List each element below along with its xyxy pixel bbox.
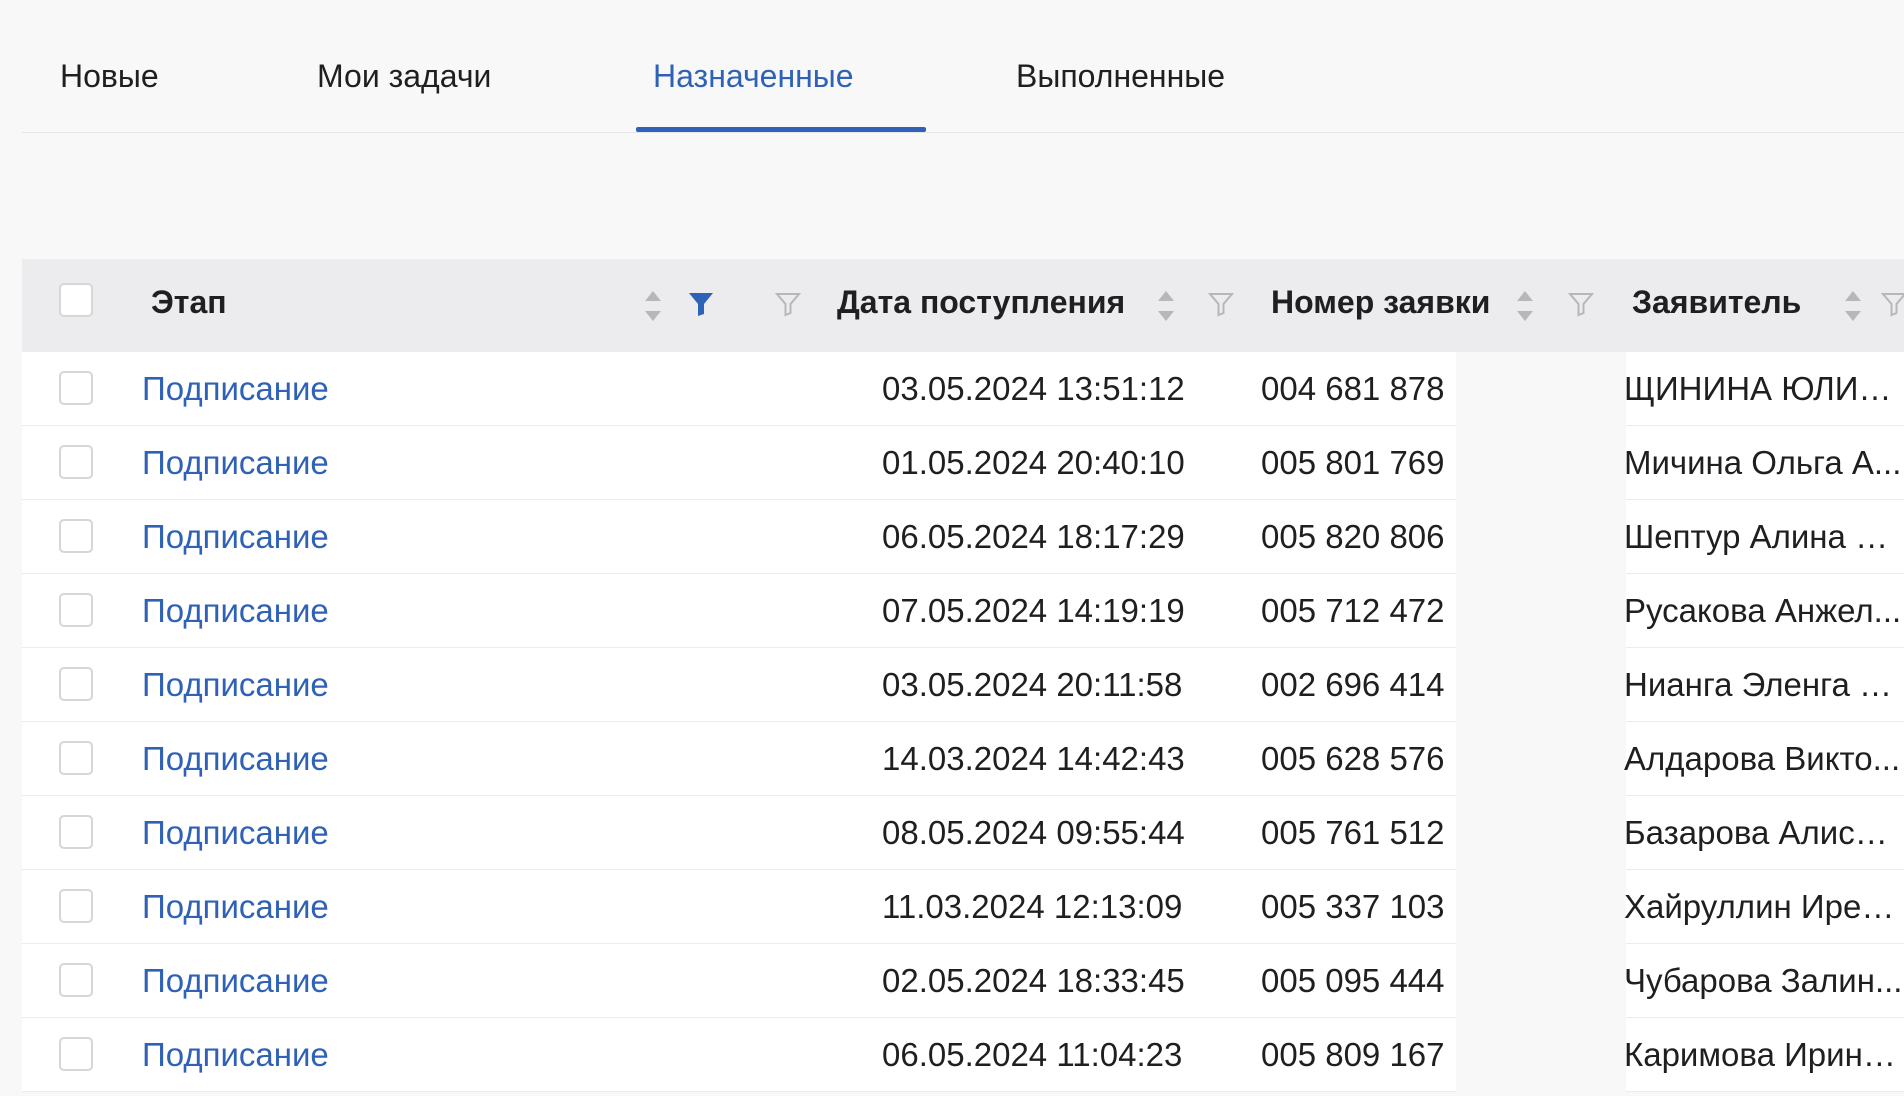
- filter-icon[interactable]: [1567, 290, 1595, 318]
- filter-icon[interactable]: [1880, 290, 1904, 318]
- row-checkbox[interactable]: [59, 741, 93, 775]
- applicant-cell: Каримова Ирина...: [1624, 1036, 1904, 1073]
- received-date-cell: 01.05.2024 20:40:10: [882, 444, 1185, 481]
- tab-completed[interactable]: Выполненные: [1016, 58, 1225, 95]
- row-checkbox[interactable]: [59, 1037, 93, 1071]
- request-number-cell: 005 809 167: [1261, 1036, 1445, 1073]
- table-row[interactable]: Подписание 07.05.2024 14:19:19 005 712 472…: [22, 574, 1904, 648]
- table-row[interactable]: Подписание 01.05.2024 20:40:10 005 801 769…: [22, 426, 1904, 500]
- row-checkbox[interactable]: [59, 371, 93, 405]
- received-date-cell: 06.05.2024 18:17:29: [882, 518, 1185, 555]
- tasks-table: Этап Дата поступления Номер заявки Заяви…: [22, 259, 1904, 1096]
- request-number-cell: 005 712 472: [1261, 592, 1445, 629]
- row-checkbox[interactable]: [59, 519, 93, 553]
- received-date-cell: 07.05.2024 14:19:19: [882, 592, 1185, 629]
- applicant-cell: Хайруллин Ирек ...: [1624, 888, 1904, 925]
- column-header-applicant[interactable]: Заявитель: [1632, 284, 1801, 321]
- filter-active-icon[interactable]: [687, 290, 715, 318]
- stage-link[interactable]: Подписание: [142, 740, 329, 778]
- stage-link[interactable]: Подписание: [142, 518, 329, 556]
- request-number-cell: 002 696 414: [1261, 666, 1445, 703]
- column-separator: [1456, 796, 1626, 870]
- request-number-cell: 005 761 512: [1261, 814, 1445, 851]
- column-separator: [1456, 1018, 1626, 1092]
- column-separator: [1456, 722, 1626, 796]
- column-header-request-number[interactable]: Номер заявки: [1271, 284, 1490, 321]
- received-date-cell: 03.05.2024 20:11:58: [882, 666, 1183, 703]
- request-number-cell: 005 337 103: [1261, 888, 1445, 925]
- stage-link[interactable]: Подписание: [142, 814, 329, 852]
- page: Новые Мои задачи Назначенные Выполненные…: [0, 0, 1904, 1096]
- row-checkbox[interactable]: [59, 889, 93, 923]
- sort-icon[interactable]: [1514, 287, 1536, 325]
- tab-bar: Новые Мои задачи Назначенные Выполненные: [22, 0, 1904, 133]
- column-header-received-date[interactable]: Дата поступления: [837, 284, 1125, 321]
- column-separator: [1456, 648, 1626, 722]
- applicant-cell: Русакова Анжел...: [1624, 592, 1902, 629]
- received-date-cell: 14.03.2024 14:42:43: [882, 740, 1185, 777]
- sort-icon[interactable]: [1842, 287, 1864, 325]
- stage-link[interactable]: Подписание: [142, 370, 329, 408]
- request-number-cell: 005 820 806: [1261, 518, 1445, 555]
- stage-link[interactable]: Подписание: [142, 666, 329, 704]
- applicant-cell: Шептур Алина И...: [1624, 518, 1904, 555]
- table-row[interactable]: Подписание 11.03.2024 12:13:09 005 337 103…: [22, 870, 1904, 944]
- applicant-cell: Чубарова Залин...: [1624, 962, 1903, 999]
- filter-icon[interactable]: [774, 290, 802, 318]
- tab-my-tasks[interactable]: Мои задачи: [317, 58, 491, 95]
- tab-assigned[interactable]: Назначенные: [653, 58, 854, 95]
- stage-link[interactable]: Подписание: [142, 962, 329, 1000]
- column-separator: [1456, 352, 1626, 426]
- active-tab-indicator: [636, 127, 926, 132]
- table-row[interactable]: Подписание 03.05.2024 13:51:12 004 681 878…: [22, 352, 1904, 426]
- select-all-checkbox[interactable]: [59, 283, 93, 317]
- request-number-cell: 004 681 878: [1261, 370, 1445, 407]
- stage-link[interactable]: Подписание: [142, 888, 329, 926]
- sort-icon[interactable]: [642, 287, 664, 325]
- stage-link[interactable]: Подписание: [142, 592, 329, 630]
- applicant-cell: Нианга Эленга П...: [1624, 666, 1904, 703]
- request-number-cell: 005 095 444: [1261, 962, 1445, 999]
- received-date-cell: 08.05.2024 09:55:44: [882, 814, 1185, 851]
- row-checkbox[interactable]: [59, 815, 93, 849]
- filter-icon[interactable]: [1207, 290, 1235, 318]
- received-date-cell: 02.05.2024 18:33:45: [882, 962, 1185, 999]
- table-header: Этап Дата поступления Номер заявки Заяви…: [22, 259, 1904, 352]
- column-header-stage[interactable]: Этап: [151, 284, 227, 321]
- request-number-cell: 005 628 576: [1261, 740, 1445, 777]
- stage-link[interactable]: Подписание: [142, 1036, 329, 1074]
- column-separator: [1456, 500, 1626, 574]
- applicant-cell: Алдарова Викто...: [1624, 740, 1901, 777]
- received-date-cell: 03.05.2024 13:51:12: [882, 370, 1185, 407]
- column-separator: [1456, 944, 1626, 1018]
- tab-new[interactable]: Новые: [60, 58, 159, 95]
- received-date-cell: 06.05.2024 11:04:23: [882, 1036, 1183, 1073]
- applicant-cell: Мичина Ольга А...: [1624, 444, 1902, 481]
- column-separator: [1456, 426, 1626, 500]
- row-checkbox[interactable]: [59, 593, 93, 627]
- sort-icon[interactable]: [1155, 287, 1177, 325]
- table-row[interactable]: Подписание 03.05.2024 20:11:58 002 696 414…: [22, 648, 1904, 722]
- applicant-cell: Базарова Алиса ...: [1624, 814, 1904, 851]
- received-date-cell: 11.03.2024 12:13:09: [882, 888, 1183, 925]
- table-row[interactable]: Подписание 08.05.2024 09:55:44 005 761 512…: [22, 796, 1904, 870]
- table-row[interactable]: Подписание 06.05.2024 18:17:29 005 820 806…: [22, 500, 1904, 574]
- column-separator: [1456, 574, 1626, 648]
- table-row[interactable]: Подписание 06.05.2024 11:04:23 005 809 167…: [22, 1018, 1904, 1092]
- table-row[interactable]: Подписание 02.05.2024 18:33:45 005 095 444…: [22, 944, 1904, 1018]
- request-number-cell: 005 801 769: [1261, 444, 1445, 481]
- column-separator: [1456, 870, 1626, 944]
- stage-link[interactable]: Подписание: [142, 444, 329, 482]
- row-checkbox[interactable]: [59, 445, 93, 479]
- table-row[interactable]: Подписание 14.03.2024 14:42:43 005 628 576…: [22, 722, 1904, 796]
- row-checkbox[interactable]: [59, 963, 93, 997]
- applicant-cell: ЩИНИНА ЮЛИЯ...: [1624, 370, 1904, 407]
- row-checkbox[interactable]: [59, 667, 93, 701]
